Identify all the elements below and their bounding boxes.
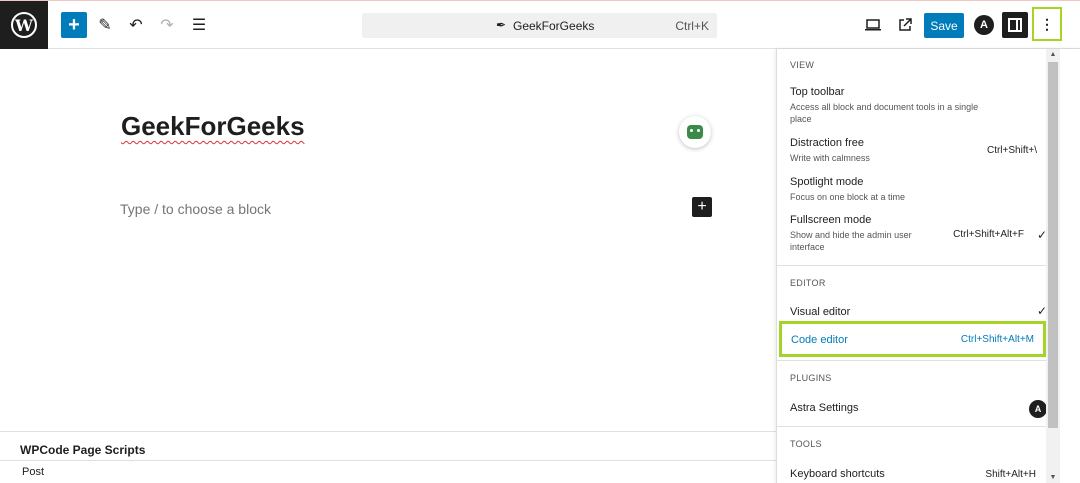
settings-sidebar-button[interactable] — [1002, 12, 1028, 38]
menu-divider — [777, 360, 1047, 361]
menu-item-label: Code editor — [791, 334, 848, 346]
astra-icon: A — [1029, 400, 1047, 418]
sidebar-toggle-icon — [1008, 18, 1022, 32]
scroll-up-arrow-icon[interactable]: ▲ — [1046, 49, 1060, 61]
wordpress-icon: W — [11, 12, 37, 38]
redo-icon[interactable]: ↷ — [154, 12, 180, 38]
tools-pencil-icon[interactable]: ✎ — [92, 12, 118, 38]
astra-icon[interactable]: A — [974, 15, 994, 35]
menu-scrollbar[interactable]: ▲ ▼ — [1046, 49, 1060, 483]
editor-canvas: GeekForGeeks Type / to choose a block + — [0, 50, 776, 431]
external-link-icon[interactable] — [892, 12, 918, 38]
robot-assistant-icon[interactable] — [679, 116, 711, 148]
scroll-down-arrow-icon[interactable]: ▼ — [1046, 472, 1060, 483]
tools-group-title: TOOLS — [790, 439, 822, 449]
editor-group-title: EDITOR — [790, 278, 826, 288]
options-dropdown-menu: VIEW Top toolbar Access all block and do… — [776, 49, 1080, 483]
wordpress-logo[interactable]: W — [0, 1, 48, 49]
menu-item-distraction-free[interactable]: Distraction free Write with calmness Ctr… — [790, 137, 1048, 164]
feather-icon: ✒ — [496, 18, 507, 32]
command-palette-bar[interactable]: ✒ GeekForGeeks Ctrl+K — [362, 13, 717, 38]
inline-add-block-button[interactable]: + — [692, 197, 712, 217]
laptop-icon[interactable] — [860, 12, 886, 38]
breadcrumb: Post — [0, 460, 776, 483]
menu-item-shortcut: Ctrl+Shift+Alt+M — [960, 334, 1034, 345]
menu-divider — [777, 265, 1047, 266]
document-overview-icon[interactable]: ☰ — [186, 12, 212, 38]
plugins-group-title: PLUGINS — [790, 373, 832, 383]
menu-item-desc: Show and hide the admin user interface — [790, 230, 912, 252]
menu-item-desc: Focus on one block at a time — [790, 192, 906, 202]
menu-item-label: Fullscreen mode — [790, 214, 872, 226]
options-menu-button[interactable]: ⋮ — [1032, 7, 1062, 41]
menu-item-top-toolbar[interactable]: Top toolbar Access all block and documen… — [790, 86, 1048, 125]
metabox-title[interactable]: WPCode Page Scripts — [20, 443, 145, 457]
menu-item-label: Top toolbar — [790, 86, 845, 98]
menu-item-shortcut: Shift+Alt+H — [985, 469, 1036, 480]
add-block-button[interactable]: + — [61, 12, 87, 38]
menu-item-astra-settings[interactable]: Astra Settings A — [790, 400, 1048, 418]
menu-item-spotlight-mode[interactable]: Spotlight mode Focus on one block at a t… — [790, 176, 1048, 203]
command-title: GeekForGeeks — [513, 19, 595, 33]
menu-item-desc: Write with calmness — [790, 153, 870, 163]
menu-item-keyboard-shortcuts[interactable]: Keyboard shortcuts Shift+Alt+H — [790, 468, 1048, 480]
command-shortcut: Ctrl+K — [675, 19, 709, 33]
post-title[interactable]: GeekForGeeks — [121, 111, 305, 142]
menu-item-fullscreen-mode[interactable]: Fullscreen mode Show and hide the admin … — [790, 214, 1048, 253]
editor-app: W + ✎ ↶ ↷ ☰ ✒ GeekForGeeks Ctrl+K Save A… — [0, 0, 1080, 483]
menu-item-label: Astra Settings — [790, 402, 859, 414]
menu-divider — [777, 426, 1047, 427]
menu-item-label: Spotlight mode — [790, 176, 864, 188]
save-button[interactable]: Save — [924, 13, 964, 38]
menu-item-shortcut: Ctrl+Shift+\ — [986, 145, 1037, 156]
undo-icon[interactable]: ↶ — [123, 12, 149, 38]
menu-item-code-editor[interactable]: Code editor Ctrl+Shift+Alt+M — [779, 321, 1046, 357]
top-toolbar: W + ✎ ↶ ↷ ☰ ✒ GeekForGeeks Ctrl+K Save A… — [0, 1, 1080, 49]
menu-item-visual-editor[interactable]: Visual editor ✓ — [790, 304, 1048, 318]
menu-item-desc: Access all block and document tools in a… — [790, 102, 979, 124]
scroll-thumb[interactable] — [1048, 62, 1058, 428]
block-placeholder[interactable]: Type / to choose a block — [120, 201, 271, 217]
menu-item-shortcut: Ctrl+Shift+Alt+F — [953, 229, 1024, 240]
view-group-title: VIEW — [790, 60, 815, 70]
breadcrumb-post[interactable]: Post — [22, 466, 44, 478]
menu-item-label: Visual editor — [790, 306, 851, 318]
